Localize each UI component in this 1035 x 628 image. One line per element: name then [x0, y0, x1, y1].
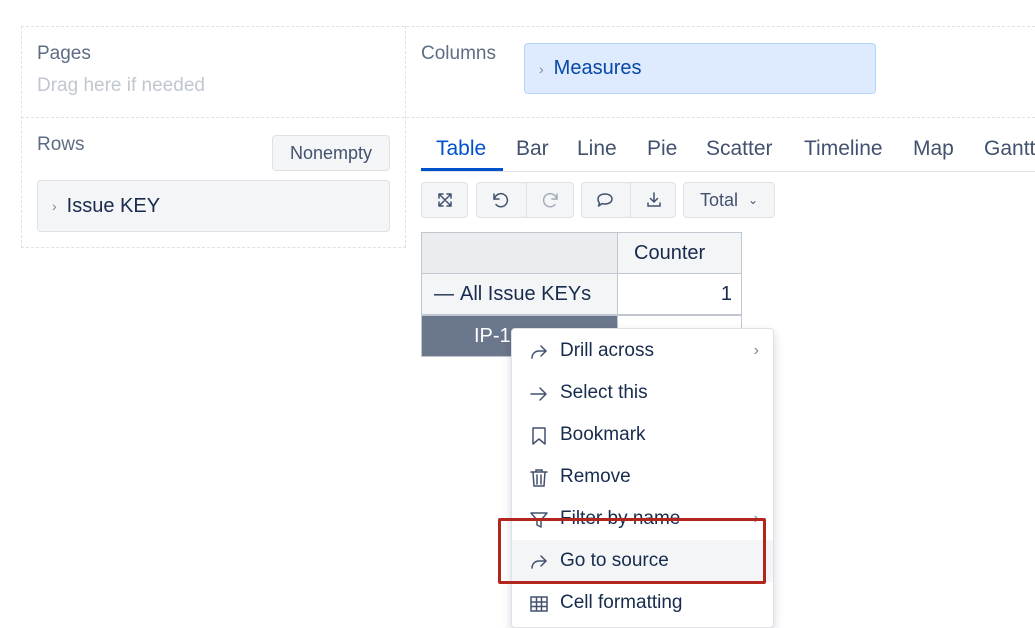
view-tabs: Table Bar Line Pie Scatter Timeline Map …: [421, 133, 1035, 172]
tab-gantt[interactable]: Gantt: [984, 137, 1035, 161]
undo-button[interactable]: [476, 182, 574, 218]
pages-drop-placeholder[interactable]: Drag here if needed: [37, 75, 205, 97]
expand-icon: [437, 193, 452, 207]
issue-key-chip-label: Issue KEY: [66, 194, 161, 217]
total-dropdown-label: Total: [699, 189, 738, 210]
redo-icon[interactable]: [541, 190, 561, 210]
chevron-right-icon: ›: [52, 198, 57, 214]
measures-chip-label: Measures: [553, 57, 642, 79]
chevron-right-icon: ›: [539, 60, 544, 77]
toolbar-divider: [630, 183, 631, 217]
comment-icon[interactable]: [595, 190, 615, 210]
nonempty-button[interactable]: Nonempty: [272, 135, 390, 171]
tab-map[interactable]: Map: [913, 137, 954, 161]
toolbar-divider: [526, 183, 527, 217]
menu-item-label: Drill across: [560, 340, 654, 361]
column-header-counter[interactable]: Counter: [617, 232, 742, 274]
chevron-right-icon: ›: [753, 342, 759, 359]
comment-export-button[interactable]: [581, 182, 676, 218]
menu-item-select-this[interactable]: Select this: [512, 372, 773, 414]
measures-chip[interactable]: › Measures: [524, 43, 876, 94]
table-grid-icon: [528, 593, 550, 615]
share-arrow-icon: [528, 341, 550, 363]
tab-timeline[interactable]: Timeline: [804, 137, 883, 161]
menu-item-remove[interactable]: Remove: [512, 456, 773, 498]
total-dropdown[interactable]: Total ⌄: [683, 182, 775, 218]
columns-label: Columns: [421, 43, 496, 64]
tab-bar[interactable]: Bar: [516, 137, 549, 161]
mid-divider: [21, 117, 1035, 118]
tab-line[interactable]: Line: [577, 137, 617, 161]
left-panel-left-edge: [21, 26, 22, 248]
fullscreen-button[interactable]: [421, 182, 468, 218]
tab-table[interactable]: Table: [436, 137, 486, 161]
left-panel-right-edge: [405, 26, 406, 248]
issue-key-chip[interactable]: › Issue KEY: [37, 180, 390, 232]
top-divider: [21, 26, 1035, 27]
table-corner-cell: [421, 232, 618, 274]
pages-label: Pages: [37, 43, 91, 64]
menu-item-bookmark[interactable]: Bookmark: [512, 414, 773, 456]
rows-label: Rows: [37, 134, 85, 155]
left-panel-bottom-edge: [21, 247, 406, 248]
undo-icon: [490, 190, 510, 210]
download-icon[interactable]: [644, 190, 664, 210]
row-header-all-issue-keys[interactable]: — All Issue KEYs: [421, 273, 618, 315]
menu-item-drill-across[interactable]: Drill across ›: [512, 330, 773, 372]
table-cell-value[interactable]: 1: [617, 273, 742, 315]
bookmark-icon: [528, 425, 550, 447]
tab-scatter[interactable]: Scatter: [706, 137, 773, 161]
chevron-down-icon: ⌄: [747, 193, 759, 207]
arrow-right-icon: [528, 383, 550, 405]
menu-item-label: Bookmark: [560, 424, 646, 445]
menu-item-label: Cell formatting: [560, 592, 683, 613]
row-label: All Issue KEYs: [460, 282, 592, 305]
active-tab-indicator: [421, 168, 503, 171]
trash-icon: [528, 467, 550, 489]
collapse-icon[interactable]: —: [434, 283, 454, 306]
menu-item-label: Select this: [560, 382, 648, 403]
menu-item-label: Remove: [560, 466, 631, 487]
tab-pie[interactable]: Pie: [647, 137, 677, 161]
menu-item-cell-formatting[interactable]: Cell formatting: [512, 582, 773, 624]
annotation-highlight-box: [498, 518, 766, 584]
